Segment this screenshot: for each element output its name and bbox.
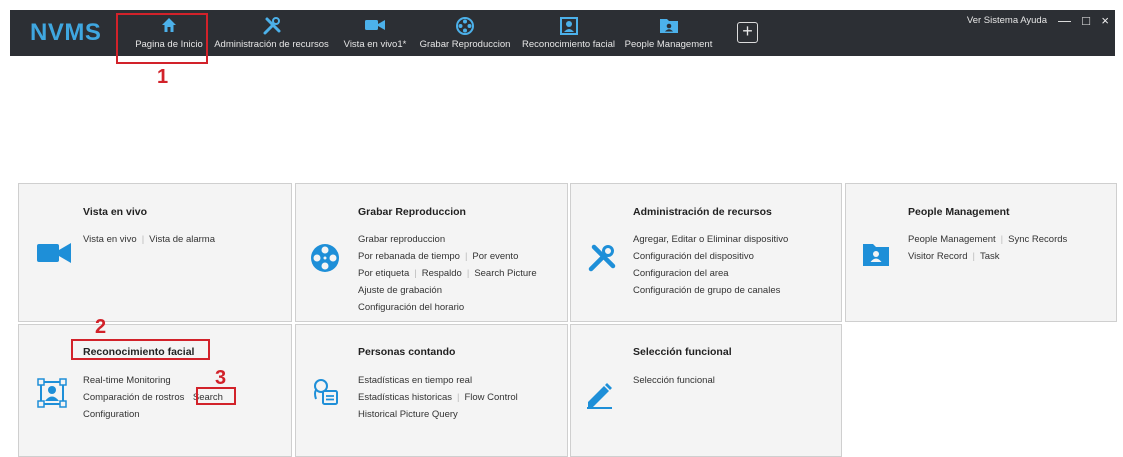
- link-historical-stats[interactable]: Estadísticas historicas: [358, 392, 452, 403]
- link-function-selection[interactable]: Selección funcional: [633, 375, 715, 386]
- person-folder-icon: [862, 241, 890, 272]
- link-live-view[interactable]: Vista en vivo: [83, 234, 137, 245]
- person-folder-icon: [621, 16, 716, 38]
- face-frame-icon: [36, 377, 68, 414]
- card-title: Vista en vivo: [83, 206, 148, 218]
- card-title: Selección funcional: [633, 346, 732, 358]
- link-realtime-stats[interactable]: Estadísticas en tiempo real: [358, 375, 472, 386]
- card-playback: Grabar Reproduccion Grabar reproduccion …: [295, 183, 568, 322]
- annotation-number-2: 2: [95, 316, 107, 338]
- link-face-comparison[interactable]: Comparación de rostros: [83, 392, 184, 403]
- card-links: Vista en vivo | Vista de alarma: [83, 234, 216, 245]
- people-counting-icon: [310, 377, 340, 412]
- tools-icon: [587, 243, 617, 278]
- card-resource-admin: Administración de recursos Agregar, Edit…: [570, 183, 842, 322]
- link-by-tag[interactable]: Por etiqueta: [358, 268, 409, 279]
- nav-face-recognition[interactable]: Reconocimiento facial: [516, 10, 621, 56]
- pen-edit-icon: [585, 381, 615, 414]
- nav-resource-admin[interactable]: Administración de recursos: [209, 10, 334, 56]
- link-configuration[interactable]: Configuration: [83, 409, 140, 420]
- link-backup[interactable]: Respaldo: [422, 268, 462, 279]
- link-alarm-view[interactable]: Vista de alarma: [149, 234, 215, 245]
- app-logo: NVMS: [30, 19, 102, 46]
- card-title: People Management: [908, 206, 1010, 218]
- add-tab-button[interactable]: +: [737, 22, 758, 43]
- link-channel-group-config[interactable]: Configuración de grupo de canales: [633, 285, 780, 296]
- link-task[interactable]: Task: [980, 251, 1000, 262]
- system-menu[interactable]: Ver Sistema Ayuda: [967, 15, 1047, 26]
- annotation-number-1: 1: [157, 66, 169, 88]
- video-camera-icon: [37, 240, 71, 271]
- video-camera-icon: [339, 16, 411, 38]
- card-title: Personas contando: [358, 346, 456, 358]
- nav-playback[interactable]: Grabar Reproduccion: [415, 10, 515, 56]
- card-live-view: Vista en vivo Vista en vivo | Vista de ala…: [18, 183, 292, 322]
- face-frame-icon: [516, 16, 621, 38]
- tools-icon: [209, 16, 334, 38]
- film-reel-icon: [309, 242, 341, 279]
- link-visitor-record[interactable]: Visitor Record: [908, 251, 968, 262]
- link-historical-picture-query[interactable]: Historical Picture Query: [358, 409, 458, 420]
- nav-live-view[interactable]: Vista en vivo1*: [339, 10, 411, 56]
- minimize-button[interactable]: —: [1058, 13, 1071, 28]
- link-sync-records[interactable]: Sync Records: [1008, 234, 1067, 245]
- link-add-edit-device[interactable]: Agregar, Editar o Eliminar dispositivo: [633, 234, 788, 245]
- link-people-management[interactable]: People Management: [908, 234, 996, 245]
- link-record-settings[interactable]: Ajuste de grabación: [358, 285, 442, 296]
- annotation-box-3: [196, 387, 236, 405]
- close-button[interactable]: ×: [1101, 13, 1109, 28]
- film-reel-icon: [415, 16, 515, 38]
- link-schedule-config[interactable]: Configuración del horario: [358, 302, 464, 313]
- link-search-picture[interactable]: Search Picture: [474, 268, 536, 279]
- card-function-selection: Selección funcional Selección funcional: [570, 324, 842, 457]
- nav-people-management[interactable]: People Management: [621, 10, 716, 56]
- link-record-playback[interactable]: Grabar reproduccion: [358, 234, 445, 245]
- annotation-box-1: [116, 13, 208, 64]
- link-device-config[interactable]: Configuración del dispositivo: [633, 251, 754, 262]
- link-area-config[interactable]: Configuracion del area: [633, 268, 729, 279]
- link-time-slice[interactable]: Por rebanada de tiempo: [358, 251, 460, 262]
- link-realtime-monitoring[interactable]: Real-time Monitoring: [83, 375, 171, 386]
- maximize-button[interactable]: □: [1082, 13, 1090, 28]
- card-people-management: People Management People Management | Sync…: [845, 183, 1117, 322]
- card-people-counting: Personas contando Estadísticas en tiempo…: [295, 324, 568, 457]
- annotation-box-2: [71, 339, 210, 360]
- link-by-event[interactable]: Por evento: [472, 251, 518, 262]
- link-flow-control[interactable]: Flow Control: [464, 392, 517, 403]
- card-title: Grabar Reproduccion: [358, 206, 466, 218]
- card-title: Administración de recursos: [633, 206, 772, 218]
